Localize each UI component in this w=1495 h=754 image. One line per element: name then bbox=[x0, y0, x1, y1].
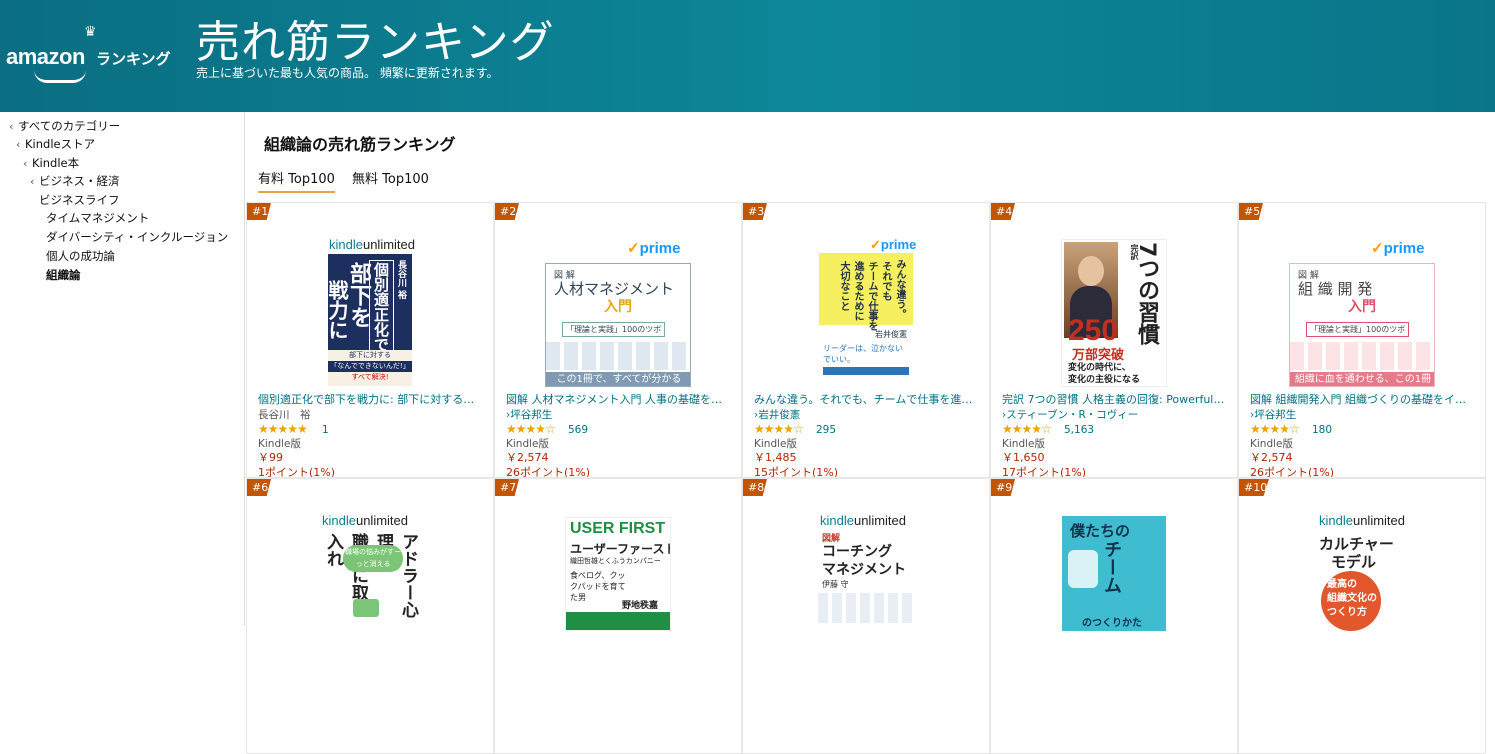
ranking-grid: #1 kindleunlimited 長谷川 裕 個別適正化で 部下を 戦力に … bbox=[246, 202, 1491, 754]
chevron-left-icon: ‹ bbox=[9, 120, 14, 133]
rank-badge: #8 bbox=[743, 479, 767, 496]
book-card[interactable]: #1 kindleunlimited 長谷川 裕 個別適正化で 部下を 戦力に … bbox=[246, 202, 494, 478]
sidebar-item-business[interactable]: ‹ ビジネス・経済 bbox=[30, 173, 120, 189]
rank-badge: #10 bbox=[1239, 479, 1269, 496]
chevron-left-icon: ‹ bbox=[23, 157, 28, 170]
section-title: 組織論の売れ筋ランキング bbox=[264, 135, 456, 154]
review-count-link[interactable]: 180 bbox=[1312, 424, 1332, 436]
page-title: 売れ筋ランキング bbox=[196, 17, 555, 68]
sidebar-item-success[interactable]: 個人の成功論 bbox=[46, 248, 115, 264]
page-header: ♛ amazon ランキング 売れ筋ランキング 売上に基づいた最も人気の商品。 … bbox=[0, 0, 1495, 112]
book-cover-image[interactable]: 僕たちの チーム のつくりかた bbox=[1062, 516, 1166, 631]
book-title-link[interactable]: 完訳 7つの習慣 人格主義の回復: Powerful… bbox=[1002, 391, 1226, 407]
book-title-link[interactable]: 図解 組織開発入門 組織づくりの基礎をイチ… bbox=[1250, 391, 1474, 407]
review-count-link[interactable]: 295 bbox=[816, 424, 836, 436]
star-rating-icon[interactable]: ★★★★☆ bbox=[1002, 422, 1052, 436]
book-title-link[interactable]: 図解 人材マネジメント入門 人事の基礎をゼ… bbox=[506, 391, 730, 407]
book-author: 長谷川 裕 bbox=[258, 409, 311, 421]
book-cover-image[interactable]: アドラー心理 職場に取り入れ 職場の悩みがすーっと消える bbox=[315, 531, 425, 631]
book-points: 15ポイント(1%) bbox=[754, 466, 839, 478]
book-price: ￥2,574 bbox=[506, 451, 549, 464]
book-card[interactable]: #7 USER FIRST ユーザーファースト 織田哲雄とくふうカンパニー 食べ… bbox=[494, 478, 742, 754]
sidebar-item-diversity[interactable]: ダイバーシティ・インクルージョン bbox=[46, 229, 228, 245]
book-cover-image[interactable]: みんな違う。 それでも チームで仕事を 進めるために 大切なこと 岩井俊憲 リー… bbox=[819, 253, 913, 387]
category-sidebar: ‹ すべてのカテゴリー ‹ Kindleストア ‹ Kindle本 ‹ ビジネス・経済 … bbox=[0, 112, 245, 626]
prime-badge: ✓prime bbox=[1371, 240, 1425, 257]
sidebar-item-business-life[interactable]: ビジネスライフ bbox=[39, 192, 120, 208]
book-title-link[interactable]: みんな違う。それでも、チームで仕事を進め… bbox=[754, 391, 978, 407]
rank-badge: #5 bbox=[1239, 203, 1263, 220]
book-card[interactable]: #3 ✓prime みんな違う。 それでも チームで仕事を 進めるために 大切な… bbox=[742, 202, 990, 478]
review-count-link[interactable]: 5,163 bbox=[1064, 424, 1094, 436]
rank-badge: #4 bbox=[991, 203, 1015, 220]
star-rating-icon[interactable]: ★★★★☆ bbox=[506, 422, 556, 436]
book-cover-image[interactable]: 完訳 7つの習慣 250 万部突破 変化の時代に、 変化の主役になる bbox=[1061, 239, 1167, 387]
sidebar-item-time-management[interactable]: タイムマネジメント bbox=[46, 210, 149, 226]
book-price: ￥99 bbox=[258, 451, 283, 464]
sidebar-item-kindle-books[interactable]: ‹ Kindle本 bbox=[23, 155, 79, 171]
star-rating-icon[interactable]: ★★★★☆ bbox=[1250, 422, 1300, 436]
book-cover-image[interactable]: カルチャー モデル 最高の 組織文化の つくり方 bbox=[1317, 531, 1407, 631]
rank-badge: #1 bbox=[247, 203, 271, 220]
rank-badge: #7 bbox=[495, 479, 519, 496]
book-card[interactable]: #5 ✓prime 図 解 組 織 開 発 入門 「理論と実践」100のツボ 組… bbox=[1238, 202, 1486, 478]
rank-badge: #2 bbox=[495, 203, 519, 220]
sidebar-item-organization-current: 組織論 bbox=[46, 268, 81, 282]
book-price: ￥1,485 bbox=[754, 451, 797, 464]
page-subtitle: 売上に基づいた最も人気の商品。 頻繁に更新されます。 bbox=[196, 66, 499, 80]
book-card[interactable]: #6 kindleunlimited アドラー心理 職場に取り入れ 職場の悩みが… bbox=[246, 478, 494, 754]
rank-badge: #9 bbox=[991, 479, 1015, 496]
chevron-left-icon: ‹ bbox=[30, 175, 35, 188]
book-cover-image[interactable]: 図 解 人材マネジメント 入門 「理論と実践」100のツボ この1冊で、すべてが… bbox=[545, 263, 691, 387]
review-count-link[interactable]: 1 bbox=[322, 424, 329, 436]
smile-arrow-icon bbox=[34, 70, 86, 83]
book-card[interactable]: #8 kindleunlimited 図解 コーチング マネジメント 伊藤 守 bbox=[742, 478, 990, 754]
book-card[interactable]: #10 kindleunlimited カルチャー モデル 最高の 組織文化の … bbox=[1238, 478, 1486, 754]
book-card[interactable]: #2 ✓prime 図 解 人材マネジメント 入門 「理論と実践」100のツボ … bbox=[494, 202, 742, 478]
book-cover-image[interactable]: USER FIRST ユーザーファースト 織田哲雄とくふうカンパニー 食べログ、… bbox=[565, 517, 671, 631]
crown-icon: ♛ bbox=[84, 24, 97, 40]
book-cover-image[interactable]: 図 解 組 織 開 発 入門 「理論と実践」100のツボ 組織に血を通わせる、こ… bbox=[1289, 263, 1435, 387]
book-author-link[interactable]: ›岩井俊憲 bbox=[754, 407, 800, 422]
prime-badge: ✓prime bbox=[870, 237, 917, 252]
book-author-link[interactable]: ›スティーブン・R・コヴィー bbox=[1002, 407, 1138, 422]
kindle-unlimited-badge: kindleunlimited bbox=[322, 513, 408, 528]
sidebar-item-all-categories[interactable]: ‹ すべてのカテゴリー bbox=[9, 118, 120, 134]
book-author-link[interactable]: ›坪谷邦生 bbox=[506, 407, 552, 422]
logo-ranking-text: ランキング bbox=[96, 50, 171, 68]
book-price: ￥1,650 bbox=[1002, 451, 1045, 464]
book-cover-image[interactable]: 図解 コーチング マネジメント 伊藤 守 bbox=[818, 531, 914, 631]
rank-badge: #3 bbox=[743, 203, 767, 220]
tab-paid-top100[interactable]: 有料 Top100 bbox=[258, 168, 335, 193]
kindle-unlimited-badge: kindleunlimited bbox=[820, 513, 906, 528]
star-rating-icon[interactable]: ★★★★★ bbox=[258, 422, 308, 436]
book-card[interactable]: #9 僕たちの チーム のつくりかた bbox=[990, 478, 1238, 754]
amazon-ranking-logo[interactable]: ♛ amazon ランキング bbox=[6, 24, 186, 90]
star-rating-icon[interactable]: ★★★★☆ bbox=[754, 422, 804, 436]
book-price: ￥2,574 bbox=[1250, 451, 1293, 464]
kindle-unlimited-badge: kindleunlimited bbox=[1319, 513, 1405, 528]
book-author-link[interactable]: ›坪谷邦生 bbox=[1250, 407, 1296, 422]
review-count-link[interactable]: 569 bbox=[568, 424, 588, 436]
book-points: 1ポイント(1%) bbox=[258, 466, 336, 478]
book-cover-image[interactable]: 長谷川 裕 個別適正化で 部下を 戦力に 部下に対する 「なんでできないんだ!」… bbox=[328, 254, 412, 386]
chevron-left-icon: ‹ bbox=[16, 138, 21, 151]
sidebar-item-kindle-store[interactable]: ‹ Kindleストア bbox=[16, 136, 95, 152]
book-points: 17ポイント(1%) bbox=[1002, 466, 1087, 478]
prime-badge: ✓prime bbox=[627, 240, 681, 257]
kindle-unlimited-badge: kindleunlimited bbox=[329, 237, 415, 252]
logo-amazon-text: amazon bbox=[6, 44, 85, 69]
tab-free-top100[interactable]: 無料 Top100 bbox=[352, 168, 429, 191]
book-title-link[interactable]: 個別適正化で部下を戦力に: 部下に対する「… bbox=[258, 391, 482, 407]
book-card[interactable]: #4 完訳 7つの習慣 250 万部突破 変化の時代に、 変化の主役になる 完訳… bbox=[990, 202, 1238, 478]
book-points: 26ポイント(1%) bbox=[1250, 466, 1335, 478]
book-points: 26ポイント(1%) bbox=[506, 466, 591, 478]
rank-badge: #6 bbox=[247, 479, 271, 496]
